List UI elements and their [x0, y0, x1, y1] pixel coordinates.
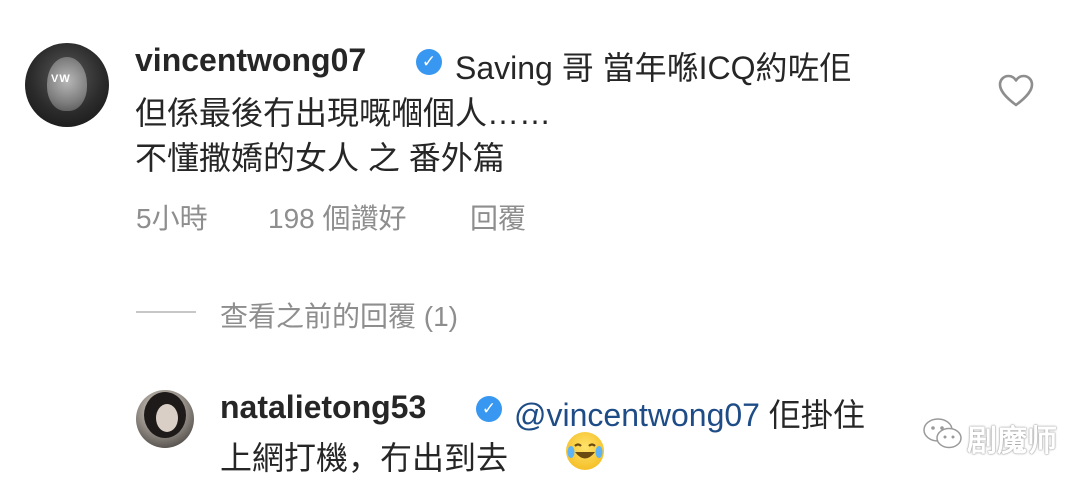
comment-text-line1: Saving 哥 當年喺ICQ約咗佢: [455, 50, 852, 86]
reply-button[interactable]: 回覆: [470, 197, 526, 237]
mention-link[interactable]: @vincentwong07: [514, 397, 760, 433]
username-natalietong53[interactable]: natalietong53: [220, 389, 426, 426]
avatar-face: [156, 404, 178, 432]
watermark: 剧魔师: [905, 410, 1065, 458]
comment-time: 5小時: [136, 203, 208, 234]
username-vincentwong07[interactable]: vincentwong07: [135, 42, 366, 79]
emoji-face: [567, 443, 603, 459]
wechat-logo-icon: [923, 418, 962, 449]
reply-text-line2: 上網打機，冇出到去: [220, 440, 509, 476]
comment-text-line2: 但係最後冇出現嘅嗰個人……: [135, 95, 552, 131]
verified-badge-icon: ✓: [416, 49, 442, 75]
verified-badge-icon: ✓: [476, 396, 502, 422]
watermark-text: 剧魔师: [967, 425, 1057, 458]
avatar-vincentwong07[interactable]: VW: [25, 43, 109, 127]
heart-icon[interactable]: [998, 74, 1034, 108]
reply-text-after-mention: 佢掛住: [759, 397, 865, 433]
avatar-initials: VW: [51, 73, 71, 85]
comment-text-line3: 不懂撒嬌的女人 之 番外篇: [135, 140, 505, 176]
replies-divider-line: [136, 311, 196, 313]
like-count[interactable]: 198 個讚好: [268, 197, 407, 237]
avatar-natalietong53[interactable]: [136, 390, 194, 448]
tears-of-joy-emoji-icon: [566, 432, 604, 470]
view-previous-replies[interactable]: 查看之前的回覆 (1): [220, 295, 458, 335]
reply-text-line1: @vincentwong07 佢掛住: [514, 390, 865, 436]
